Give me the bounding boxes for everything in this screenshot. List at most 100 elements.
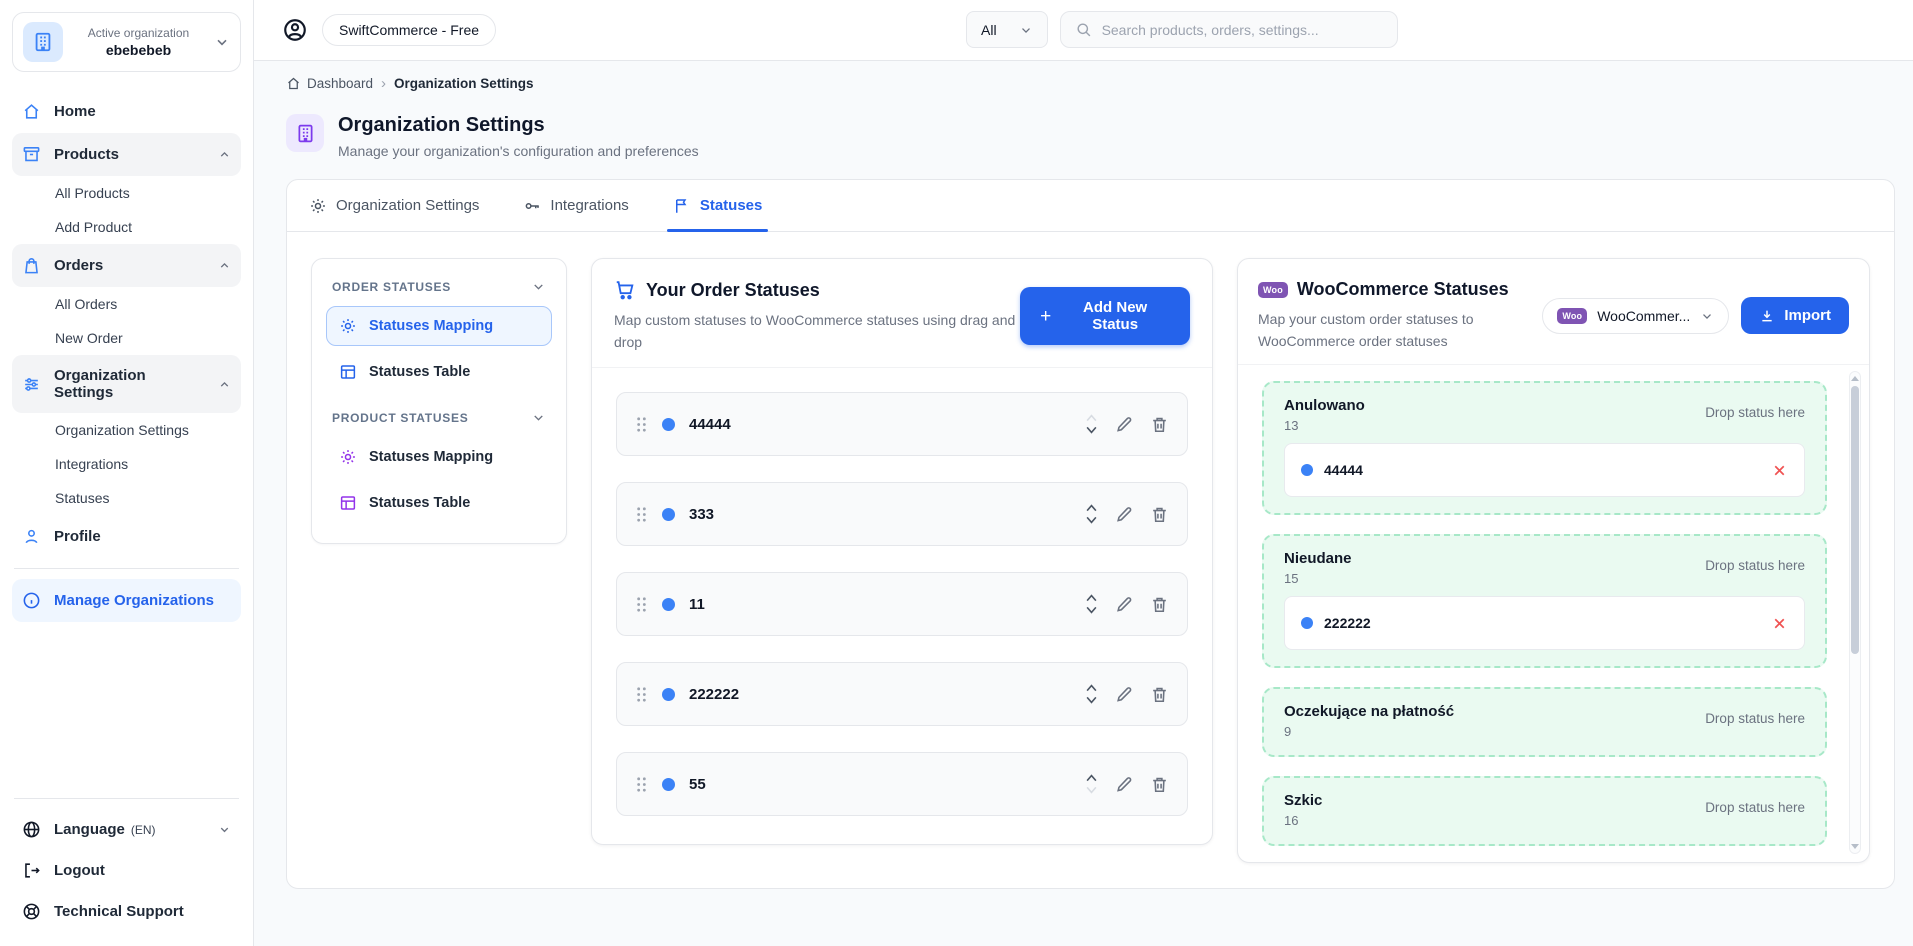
mapped-status-chip: 44444 xyxy=(1284,443,1805,497)
woo-status-drop-zone[interactable]: Szkic 16 Drop status here xyxy=(1262,776,1827,846)
scrollbar-thumb[interactable] xyxy=(1851,386,1859,654)
sidebar-item-all-products[interactable]: All Products xyxy=(12,176,241,210)
technical-support-button[interactable]: Technical Support xyxy=(12,891,241,932)
move-up-button[interactable] xyxy=(1084,682,1099,693)
edit-status-button[interactable] xyxy=(1115,415,1134,434)
info-icon xyxy=(22,591,41,610)
building-icon xyxy=(286,114,324,152)
chevron-up-icon xyxy=(218,148,231,161)
divider xyxy=(14,798,239,799)
scroll-down-arrow-icon[interactable] xyxy=(1851,844,1859,849)
sidebar-item-org-settings-sub[interactable]: Organization Settings xyxy=(12,413,241,447)
search-input[interactable] xyxy=(1102,22,1383,38)
logout-button[interactable]: Logout xyxy=(12,850,241,891)
breadcrumb: Dashboard › Organization Settings xyxy=(286,75,1895,92)
sidebar-item-label: Home xyxy=(54,103,96,120)
tab-statuses[interactable]: Statuses xyxy=(673,180,763,231)
global-search xyxy=(1060,11,1398,48)
move-down-button[interactable] xyxy=(1084,695,1099,706)
gear-icon xyxy=(339,448,357,466)
nav-order-statuses-mapping[interactable]: Statuses Mapping xyxy=(326,306,552,346)
delete-status-button[interactable] xyxy=(1150,415,1169,434)
sidebar-item-org-settings[interactable]: Organization Settings xyxy=(12,355,241,413)
sidebar-item-label: Profile xyxy=(54,528,101,545)
nav-order-statuses-table[interactable]: Statuses Table xyxy=(326,352,552,392)
nav-product-statuses-table[interactable]: Statuses Table xyxy=(326,483,552,523)
sidebar-item-statuses[interactable]: Statuses xyxy=(12,481,241,515)
language-switcher[interactable]: Language (EN) xyxy=(12,809,241,850)
your-order-statuses-panel: Your Order Statuses Map custom statuses … xyxy=(591,258,1213,845)
plus-icon: + xyxy=(1040,307,1051,326)
sidebar-item-orders[interactable]: Orders xyxy=(12,244,241,287)
delete-status-button[interactable] xyxy=(1150,775,1169,794)
status-color-dot xyxy=(1301,617,1313,629)
logout-label: Logout xyxy=(54,862,105,879)
panel-subtitle: Map custom statuses to WooCommerce statu… xyxy=(614,310,1020,353)
box-icon xyxy=(22,145,41,164)
source-dropdown-value: WooCommer... xyxy=(1597,308,1690,324)
move-down-button[interactable] xyxy=(1084,515,1099,526)
move-down-button[interactable] xyxy=(1084,425,1099,436)
tab-integrations[interactable]: Integrations xyxy=(523,180,628,231)
sidebar-item-add-product[interactable]: Add Product xyxy=(12,210,241,244)
woo-status-name: Anulowano xyxy=(1284,397,1365,414)
sidebar-item-profile[interactable]: Profile xyxy=(12,515,241,558)
user-circle-icon[interactable] xyxy=(282,17,308,43)
add-new-status-button[interactable]: + Add New Status xyxy=(1020,287,1190,345)
import-button[interactable]: Import xyxy=(1741,297,1849,334)
move-down-button[interactable] xyxy=(1084,605,1099,616)
order-statuses-section-toggle[interactable]: ORDER STATUSES xyxy=(326,275,552,306)
edit-status-button[interactable] xyxy=(1115,595,1134,614)
move-up-button[interactable] xyxy=(1084,772,1099,783)
breadcrumb-dashboard[interactable]: Dashboard xyxy=(286,76,373,91)
drag-handle-icon[interactable] xyxy=(635,506,648,523)
woo-status-drop-zone[interactable]: Anulowano 13 Drop status here 44444 xyxy=(1262,381,1827,515)
search-scope-select[interactable]: All xyxy=(966,11,1048,48)
building-icon xyxy=(23,22,63,62)
woo-status-count: 13 xyxy=(1284,418,1365,433)
drag-handle-icon[interactable] xyxy=(635,686,648,703)
sidebar-item-home[interactable]: Home xyxy=(12,90,241,133)
nav-product-statuses-mapping[interactable]: Statuses Mapping xyxy=(326,437,552,477)
drag-handle-icon[interactable] xyxy=(635,776,648,793)
sidebar: Active organization ebebebeb Home Produc… xyxy=(0,0,254,946)
sidebar-item-new-order[interactable]: New Order xyxy=(12,321,241,355)
edit-status-button[interactable] xyxy=(1115,775,1134,794)
woo-status-count: 15 xyxy=(1284,571,1352,586)
language-code: (EN) xyxy=(131,823,156,837)
status-color-dot xyxy=(1301,464,1313,476)
move-up-button[interactable] xyxy=(1084,592,1099,603)
move-up-button[interactable] xyxy=(1084,502,1099,513)
custom-status-row: 222222 xyxy=(616,662,1188,726)
delete-status-button[interactable] xyxy=(1150,505,1169,524)
sidebar-item-products[interactable]: Products xyxy=(12,133,241,176)
product-statuses-section-toggle[interactable]: PRODUCT STATUSES xyxy=(326,398,552,437)
woo-status-drop-zone[interactable]: Oczekujące na płatność 9 Drop status her… xyxy=(1262,687,1827,757)
woocommerce-source-dropdown[interactable]: Woo WooCommer... xyxy=(1542,298,1729,334)
move-up-button xyxy=(1084,412,1099,423)
woo-status-name: Oczekujące na płatność xyxy=(1284,703,1454,720)
language-label: Language xyxy=(54,821,125,838)
chevron-down-icon xyxy=(1019,23,1033,37)
scrollbar[interactable] xyxy=(1849,371,1861,854)
page-header: Organization Settings Manage your organi… xyxy=(286,114,1895,159)
tab-organization-settings[interactable]: Organization Settings xyxy=(309,180,479,231)
edit-status-button[interactable] xyxy=(1115,505,1134,524)
scroll-up-arrow-icon[interactable] xyxy=(1851,376,1859,381)
remove-mapping-button[interactable] xyxy=(1771,615,1788,632)
delete-status-button[interactable] xyxy=(1150,595,1169,614)
drag-handle-icon[interactable] xyxy=(635,416,648,433)
drop-hint: Drop status here xyxy=(1705,800,1805,815)
drag-handle-icon[interactable] xyxy=(635,596,648,613)
sidebar-item-manage-organizations[interactable]: Manage Organizations xyxy=(12,579,241,622)
status-color-dot xyxy=(662,598,675,611)
edit-status-button[interactable] xyxy=(1115,685,1134,704)
sidebar-item-integrations[interactable]: Integrations xyxy=(12,447,241,481)
remove-mapping-button[interactable] xyxy=(1771,462,1788,479)
sidebar-item-all-orders[interactable]: All Orders xyxy=(12,287,241,321)
woo-status-drop-zone[interactable]: Nieudane 15 Drop status here 222222 xyxy=(1262,534,1827,668)
statuses-nav-panel: ORDER STATUSES Statuses Mapping Statuses… xyxy=(311,258,567,544)
custom-status-list: 44444 333 11 xyxy=(592,368,1212,840)
delete-status-button[interactable] xyxy=(1150,685,1169,704)
org-switcher[interactable]: Active organization ebebebeb xyxy=(12,12,241,72)
